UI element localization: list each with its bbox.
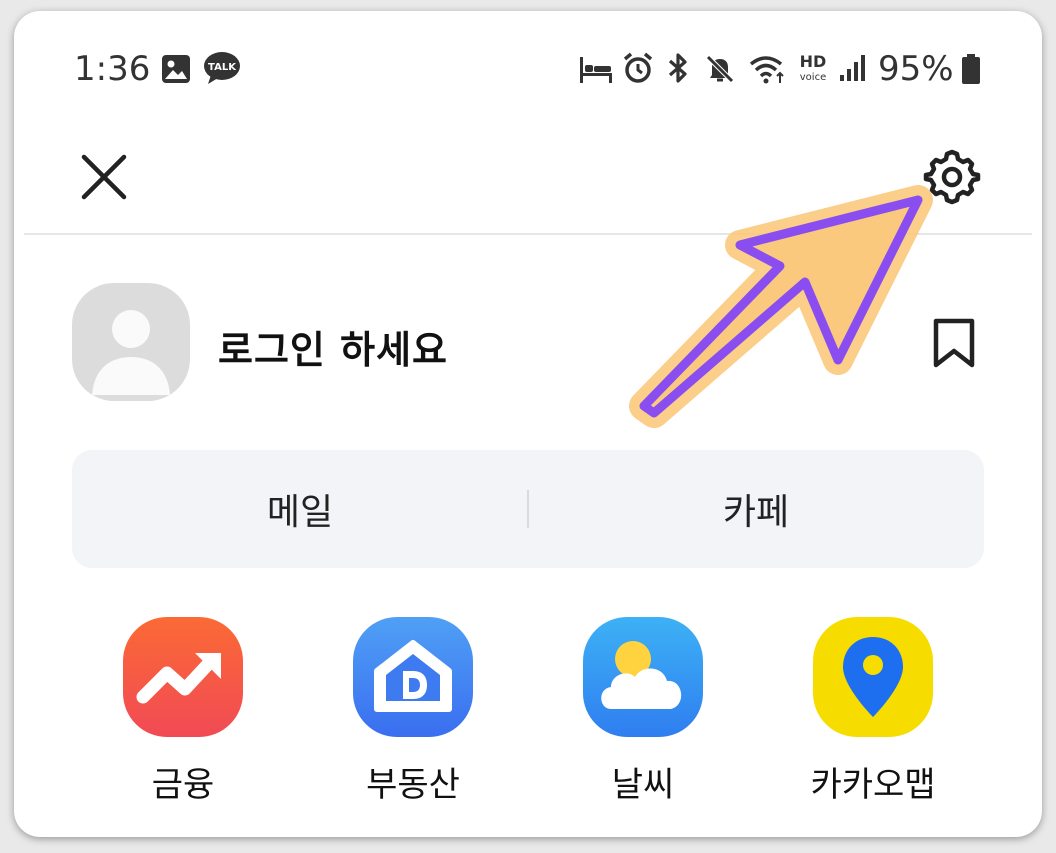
- hd-label: HD: [800, 52, 827, 71]
- alarm-icon: [623, 52, 653, 83]
- gear-icon[interactable]: [920, 145, 984, 209]
- close-icon[interactable]: [74, 147, 134, 207]
- talk-badge-text: TALK: [208, 62, 237, 73]
- battery-percent: 95%: [878, 49, 954, 89]
- mail-cafe-shortcuts: 메일 카페: [72, 450, 984, 568]
- bookmark-icon[interactable]: [924, 313, 984, 373]
- real-estate-house-icon[interactable]: [353, 617, 473, 737]
- sleep-mode-icon: [580, 57, 612, 83]
- app-real-estate-label: 부동산: [366, 765, 460, 805]
- login-prompt[interactable]: 로그인 하세요: [218, 319, 448, 374]
- hd-voice-icon: HD voice: [800, 52, 827, 83]
- header-divider: [24, 233, 1032, 235]
- avatar-icon[interactable]: [72, 283, 190, 401]
- app-finance-label: 금융: [151, 765, 215, 805]
- kakaotalk-icon: TALK: [204, 52, 240, 84]
- weather-cloud-sun-icon[interactable]: [583, 617, 703, 737]
- bluetooth-icon: [668, 53, 687, 83]
- finance-trend-icon[interactable]: [123, 617, 243, 737]
- app-weather-label: 날씨: [611, 765, 675, 805]
- mute-icon: [706, 55, 734, 83]
- gallery-icon: [162, 55, 190, 83]
- cafe-button[interactable]: 카페: [528, 450, 984, 568]
- mail-button[interactable]: 메일: [72, 450, 528, 568]
- map-pin-icon[interactable]: [813, 617, 933, 737]
- voice-label: voice: [800, 72, 826, 83]
- phone-screen: 1:36 TALK HD voice 95% 로그인 하세요 메일 카페 금융 …: [14, 11, 1042, 837]
- status-bar: 1:36 TALK HD voice 95%: [14, 11, 1042, 121]
- signal-icon: [840, 55, 865, 81]
- status-time: 1:36: [74, 49, 151, 89]
- battery-icon: [962, 54, 980, 84]
- wifi-icon: [749, 56, 784, 84]
- app-kakaomap-label: 카카오맵: [810, 765, 936, 805]
- top-bar: [14, 121, 1042, 233]
